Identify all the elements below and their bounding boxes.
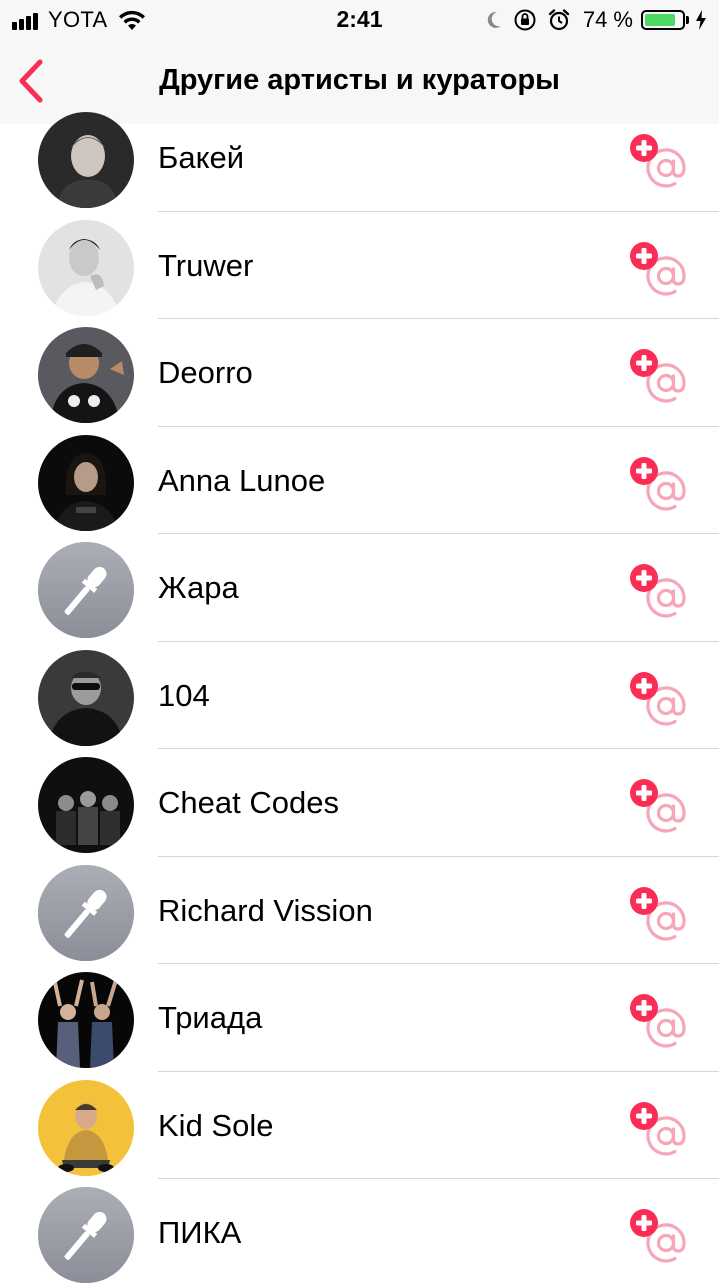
artist-name: Richard Vission xyxy=(158,892,373,928)
microphone-placeholder-icon xyxy=(38,1187,134,1283)
artist-name: Триада xyxy=(158,1000,263,1035)
artist-avatar xyxy=(38,327,134,423)
battery-percent: 74 % xyxy=(582,7,633,32)
artist-name: Kid Sole xyxy=(158,1107,274,1143)
list-item[interactable]: Truwer xyxy=(0,212,719,319)
artist-name: Cheat Codes xyxy=(158,785,339,820)
follow-add-icon[interactable] xyxy=(626,668,690,730)
artist-name: Бакей xyxy=(158,140,245,175)
follow-add-icon[interactable] xyxy=(626,1098,690,1160)
battery-tip xyxy=(686,16,689,24)
follow-add-icon[interactable] xyxy=(626,238,690,300)
follow-add-icon[interactable] xyxy=(626,130,690,192)
status-right: 74 % xyxy=(475,7,707,33)
artist-name: Anna Lunoe xyxy=(158,462,326,498)
list-item[interactable]: Deorro xyxy=(0,319,719,427)
microphone-placeholder-icon xyxy=(38,542,134,638)
artist-name: 104 xyxy=(158,677,210,713)
list-item[interactable]: 104 xyxy=(0,642,719,749)
artist-name: ПИКА xyxy=(158,1215,242,1250)
artist-name: Truwer xyxy=(158,247,254,283)
list-item[interactable]: Richard Vission xyxy=(0,857,719,964)
artist-avatar xyxy=(38,972,134,1068)
artist-avatar xyxy=(38,434,134,531)
moon-icon xyxy=(487,11,501,28)
list-item[interactable]: Kid Sole xyxy=(0,1072,719,1179)
orientation-lock-icon xyxy=(514,9,536,31)
artist-avatar xyxy=(38,649,134,746)
artist-avatar xyxy=(38,757,134,853)
list-item[interactable]: Anna Lunoe xyxy=(0,427,719,534)
artist-avatar xyxy=(38,112,134,208)
artist-name: Deorro xyxy=(158,355,253,390)
status-bar: YOTA 2:41 74 % xyxy=(0,0,719,40)
follow-add-icon[interactable] xyxy=(626,1205,690,1267)
list-item[interactable]: Триада xyxy=(0,964,719,1072)
follow-add-icon[interactable] xyxy=(626,345,690,407)
page-title: Другие артисты и кураторы xyxy=(159,64,560,96)
alarm-icon xyxy=(548,9,570,31)
follow-add-icon[interactable] xyxy=(626,883,690,945)
list-item[interactable]: ПИКА xyxy=(0,1179,719,1287)
artist-avatar xyxy=(38,219,134,316)
battery-icon xyxy=(641,10,685,30)
follow-add-icon[interactable] xyxy=(626,560,690,622)
list-item[interactable]: Бакей xyxy=(0,104,719,212)
artist-list: Бакей Truwer Deorro Anna Lunoe Жара 104 Cheat … xyxy=(0,104,719,1287)
list-item[interactable]: Cheat Codes xyxy=(0,749,719,857)
charging-icon xyxy=(696,10,706,30)
follow-add-icon[interactable] xyxy=(626,990,690,1052)
follow-add-icon[interactable] xyxy=(626,775,690,837)
list-item[interactable]: Жара xyxy=(0,534,719,642)
follow-add-icon[interactable] xyxy=(626,453,690,515)
artist-name: Жара xyxy=(158,570,239,605)
microphone-placeholder-icon xyxy=(38,864,134,961)
artist-avatar xyxy=(38,1079,134,1176)
